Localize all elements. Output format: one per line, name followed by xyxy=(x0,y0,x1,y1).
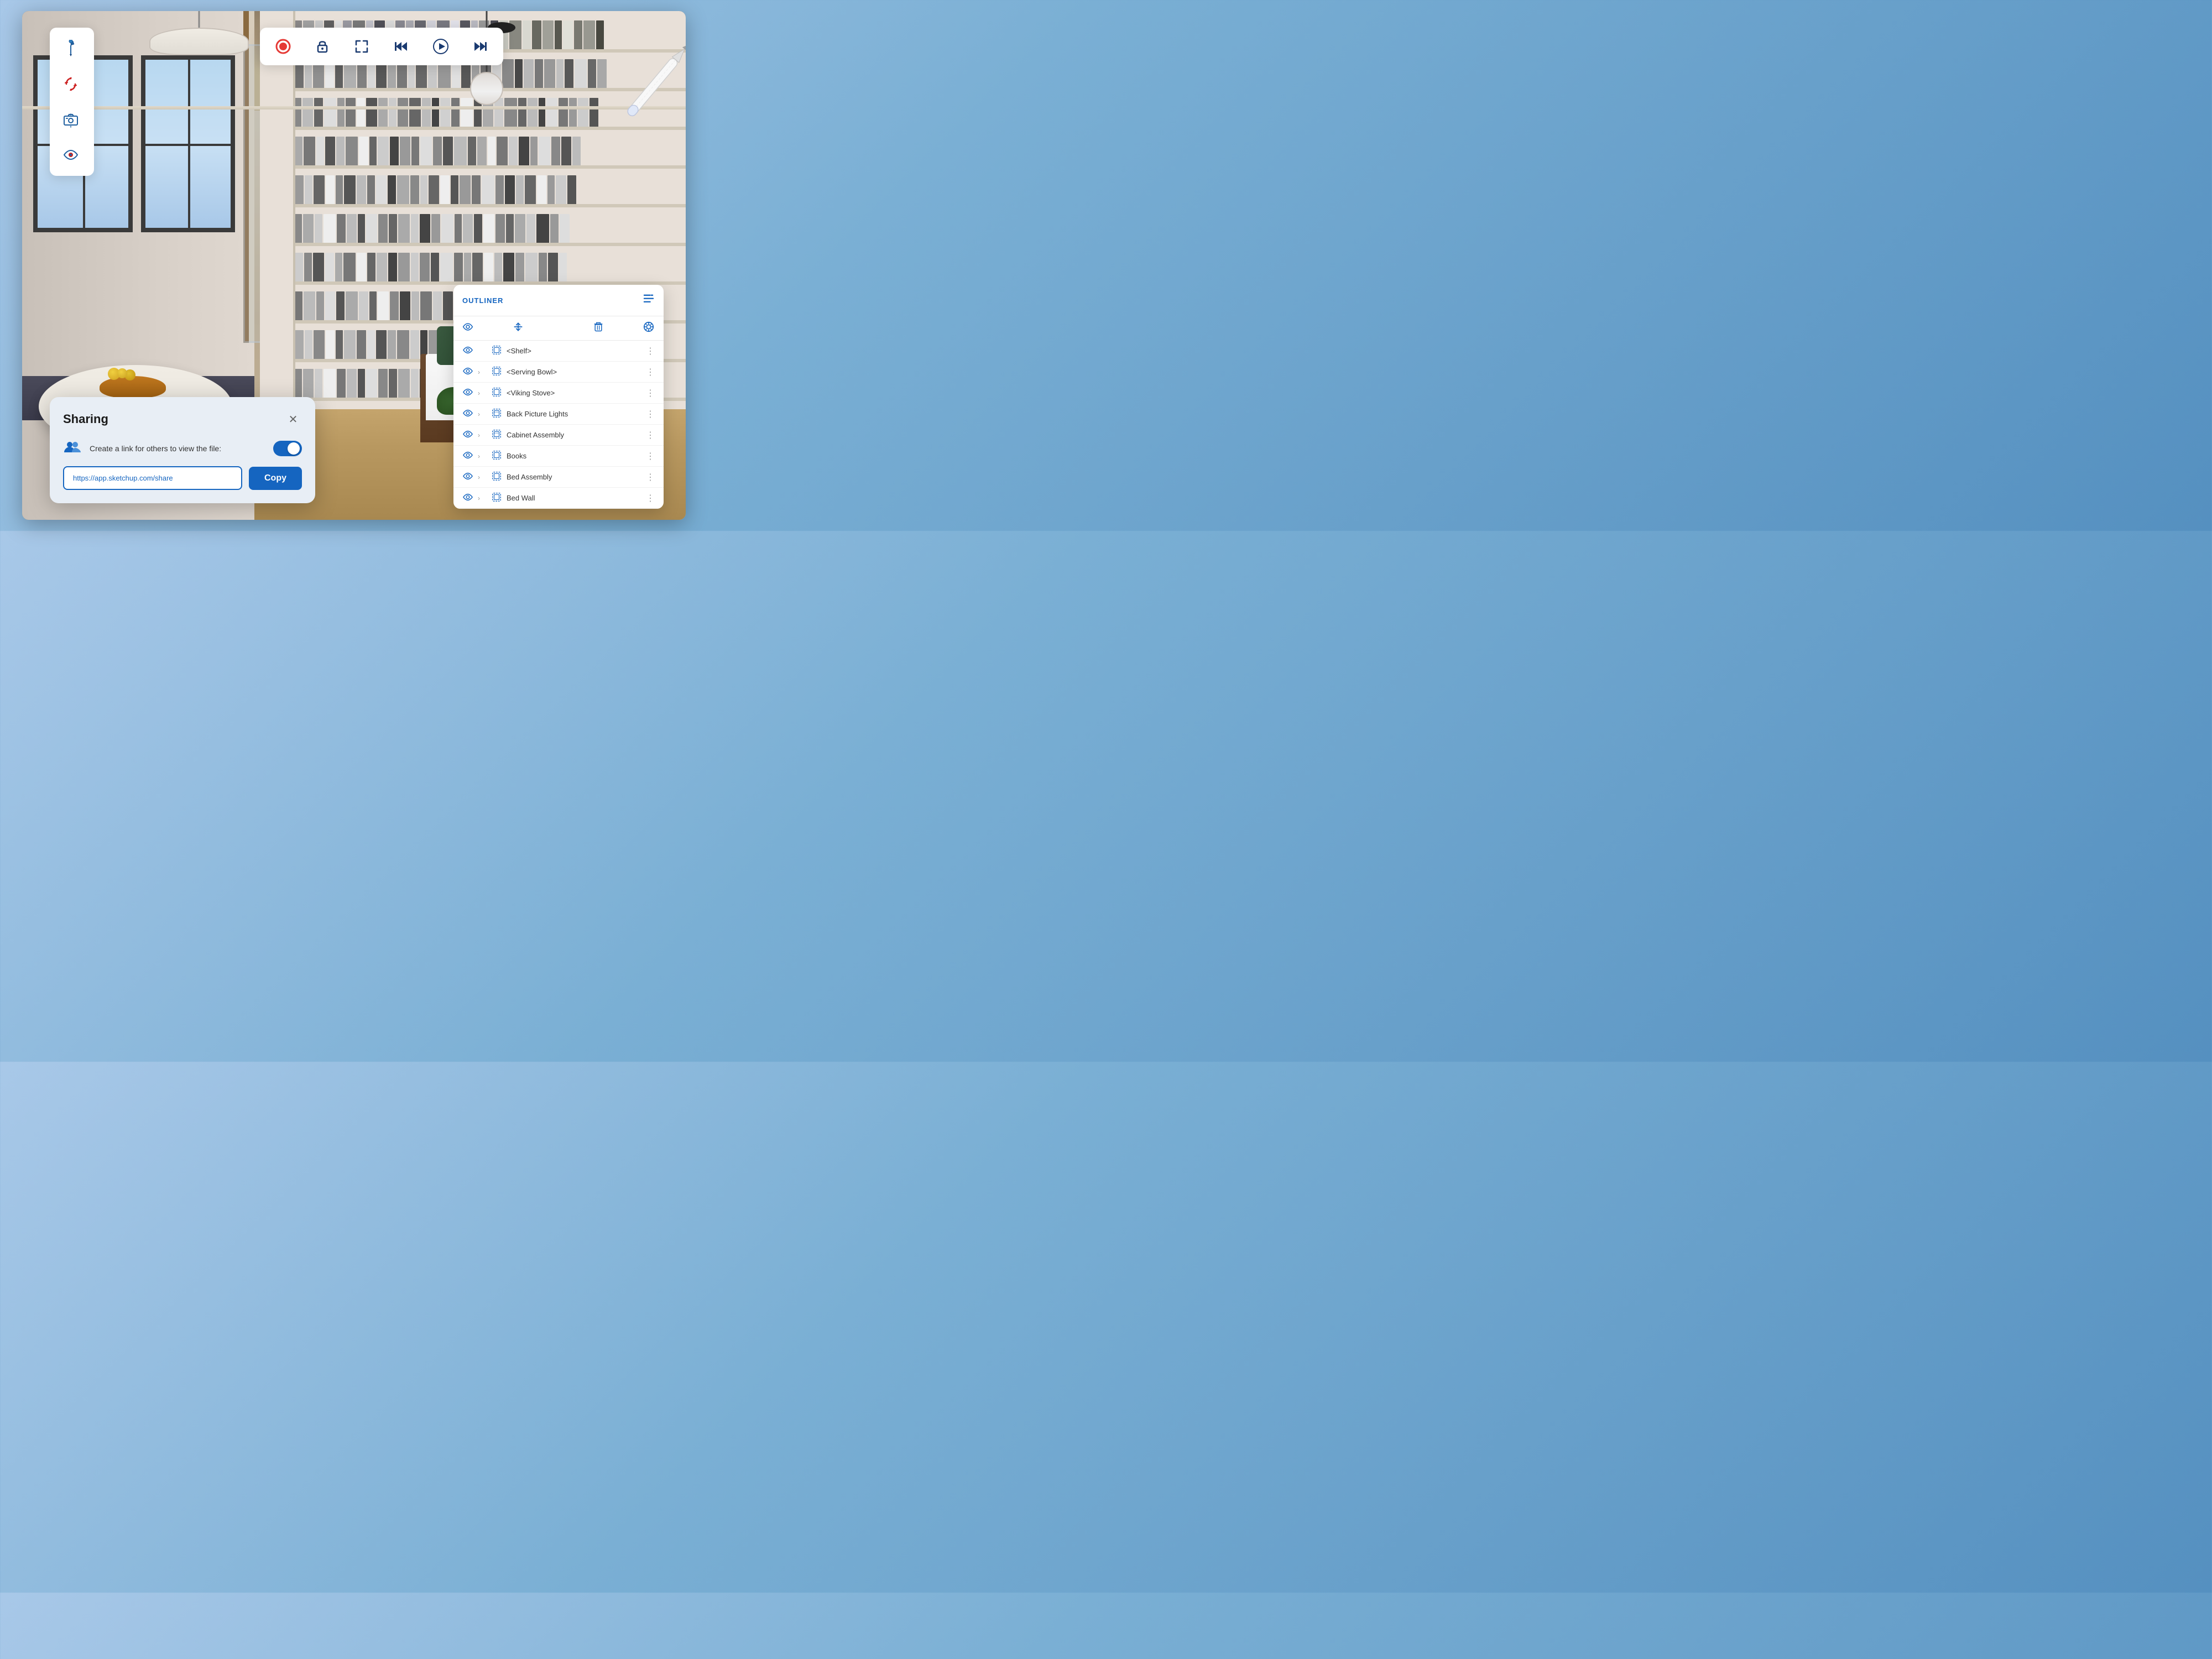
copy-button[interactable]: Copy xyxy=(249,467,302,490)
window-right xyxy=(141,55,235,232)
bed-assembly-more[interactable]: ⋮ xyxy=(646,472,655,483)
viking-stove-more[interactable]: ⋮ xyxy=(646,388,655,399)
pen-tool-button[interactable] xyxy=(54,32,87,65)
cabinet-assembly-name: Cabinet Assembly xyxy=(507,431,641,439)
back-picture-lights-more[interactable]: ⋮ xyxy=(646,409,655,420)
chevron-bed-wall: › xyxy=(478,494,487,502)
shelf-row-7 xyxy=(293,249,686,285)
books-name: Books xyxy=(507,452,641,460)
lock-button[interactable] xyxy=(308,32,336,61)
cabinet-assembly-more[interactable]: ⋮ xyxy=(646,430,655,441)
dialog-url-row: Copy xyxy=(63,466,302,490)
component-icon-books xyxy=(491,450,502,462)
chevron-back-picture-lights: › xyxy=(478,410,487,418)
component-icon-bed-wall xyxy=(491,492,502,504)
url-input[interactable] xyxy=(63,466,242,490)
component-icon-serving-bowl xyxy=(491,366,502,378)
chevron-bed-assembly: › xyxy=(478,473,487,481)
component-icon-shelf xyxy=(491,345,502,357)
playback-toolbar xyxy=(260,28,503,65)
crown-molding xyxy=(22,106,686,109)
outliner-item-serving-bowl[interactable]: › <Serving Bowl> ⋮ xyxy=(453,362,664,383)
eye-icon-books xyxy=(462,450,473,462)
fast-forward-button[interactable] xyxy=(466,32,494,61)
chevron-viking-stove: › xyxy=(478,389,487,397)
outliner-items-list: <Shelf> ⋮ › <Serving Bo xyxy=(453,341,664,509)
view-button[interactable] xyxy=(54,138,87,171)
bed-wall-name: Bed Wall xyxy=(507,494,641,502)
chevron-books: › xyxy=(478,452,487,460)
outliner-eye-icon[interactable] xyxy=(462,321,473,335)
outliner-settings-icon[interactable] xyxy=(643,321,655,336)
eye-icon-bed-wall xyxy=(462,492,473,504)
dialog-link-label: Create a link for others to view the fil… xyxy=(90,444,267,453)
eye-icon-viking-stove xyxy=(462,387,473,399)
users-icon xyxy=(63,439,83,457)
dialog-close-button[interactable]: ✕ xyxy=(284,410,302,428)
dialog-link-row: Create a link for others to view the fil… xyxy=(63,439,302,457)
eye-icon-shelf xyxy=(462,345,473,357)
outliner-item-viking-stove[interactable]: › <Viking Stove> ⋮ xyxy=(453,383,664,404)
orbit-button[interactable] xyxy=(54,67,87,101)
component-icon-cabinet-assembly xyxy=(491,429,502,441)
component-icon-bed-assembly xyxy=(491,471,502,483)
outliner-menu-button[interactable] xyxy=(643,293,655,308)
shelf-more[interactable]: ⋮ xyxy=(646,346,655,357)
outliner-title: OUTLINER xyxy=(462,296,503,305)
outliner-item-back-picture-lights[interactable]: › Back Picture Lights ⋮ xyxy=(453,404,664,425)
eye-icon-back-picture-lights xyxy=(462,408,473,420)
component-icon-viking-stove xyxy=(491,387,502,399)
sharing-toggle[interactable] xyxy=(273,441,302,456)
shelf-name: <Shelf> xyxy=(507,347,641,355)
outliner-collapse-icon[interactable] xyxy=(482,321,554,335)
outliner-toolbar xyxy=(453,316,664,341)
eye-icon-bed-assembly xyxy=(462,471,473,483)
books-more[interactable]: ⋮ xyxy=(646,451,655,462)
bed-wall-more[interactable]: ⋮ xyxy=(646,493,655,504)
outliner-header: OUTLINER xyxy=(453,285,664,316)
outliner-item-bed-assembly[interactable]: › Bed Assembly ⋮ xyxy=(453,467,664,488)
outliner-delete-icon[interactable] xyxy=(562,321,634,335)
pendant-light-left xyxy=(144,11,254,55)
dialog-title: Sharing xyxy=(63,412,108,426)
viking-stove-name: <Viking Stove> xyxy=(507,389,641,397)
eye-icon-serving-bowl xyxy=(462,366,473,378)
shelf-row-4 xyxy=(293,133,686,169)
outliner-item-bed-wall[interactable]: › Bed Wall ⋮ xyxy=(453,488,664,509)
dialog-header: Sharing ✕ xyxy=(63,410,302,428)
outliner-item-shelf[interactable]: <Shelf> ⋮ xyxy=(453,341,664,362)
toggle-knob xyxy=(288,442,300,455)
back-picture-lights-name: Back Picture Lights xyxy=(507,410,641,418)
outliner-panel: OUTLINER xyxy=(453,285,664,509)
left-toolbar xyxy=(50,28,94,176)
sharing-dialog: Sharing ✕ Create a link for others to vi… xyxy=(50,397,315,503)
play-button[interactable] xyxy=(426,32,455,61)
shelf-divider-left xyxy=(293,11,295,409)
rewind-button[interactable] xyxy=(387,32,415,61)
serving-bowl-more[interactable]: ⋮ xyxy=(646,367,655,378)
fullscreen-button[interactable] xyxy=(348,32,376,61)
shelf-row-5 xyxy=(293,171,686,207)
shelf-row-6 xyxy=(293,210,686,246)
chevron-cabinet-assembly: › xyxy=(478,431,487,439)
outliner-item-books[interactable]: › Books ⋮ xyxy=(453,446,664,467)
record-button[interactable] xyxy=(269,32,297,61)
outliner-item-cabinet-assembly[interactable]: › Cabinet Assembly ⋮ xyxy=(453,425,664,446)
eye-icon-cabinet-assembly xyxy=(462,429,473,441)
chevron-serving-bowl: › xyxy=(478,368,487,376)
serving-bowl-name: <Serving Bowl> xyxy=(507,368,641,376)
component-icon-back-picture-lights xyxy=(491,408,502,420)
viewport: OUTLINER xyxy=(22,11,686,520)
bed-assembly-name: Bed Assembly xyxy=(507,473,641,481)
serving-bowl xyxy=(100,376,166,398)
camera-button[interactable] xyxy=(54,103,87,136)
